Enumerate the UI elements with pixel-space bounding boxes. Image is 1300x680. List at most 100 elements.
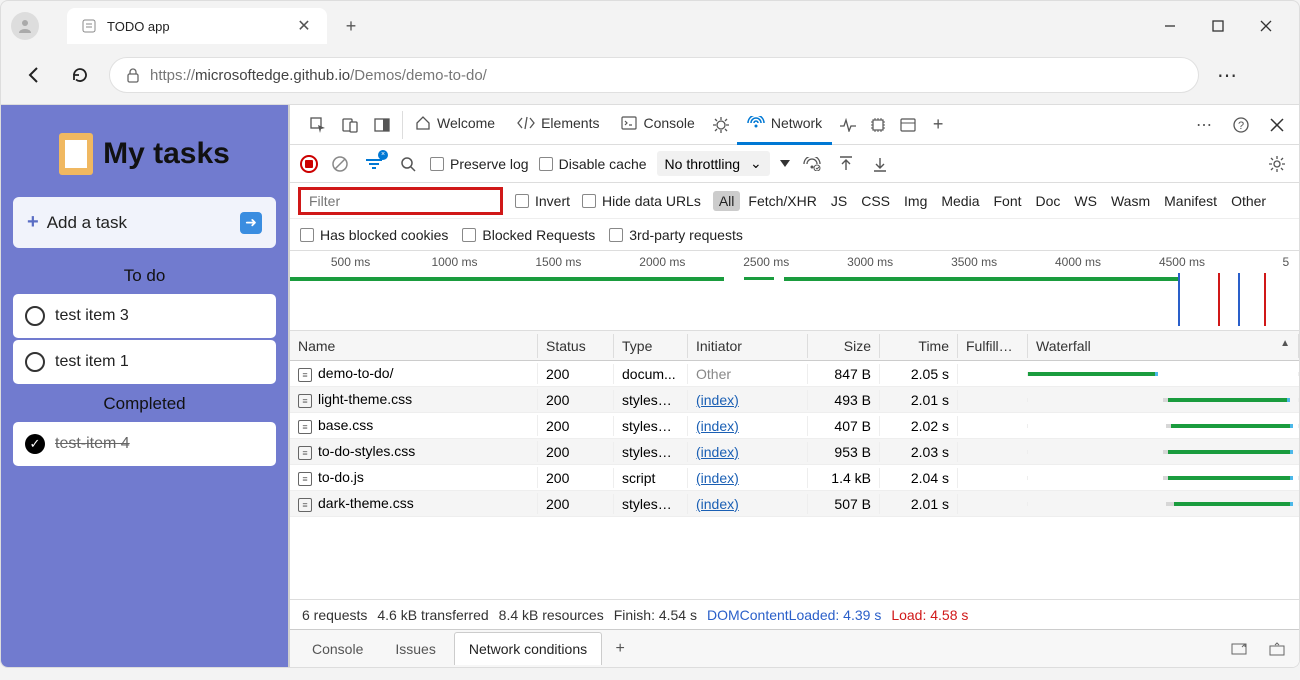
- disable-cache-checkbox[interactable]: Disable cache: [539, 156, 647, 172]
- task-label: test item 3: [55, 307, 129, 325]
- task-checkbox[interactable]: [25, 306, 45, 326]
- more-tabs-button[interactable]: +: [924, 111, 952, 139]
- drawer-more-button[interactable]: +: [606, 635, 634, 663]
- preserve-log-checkbox[interactable]: Preserve log: [430, 156, 529, 172]
- throttling-more-icon[interactable]: [780, 160, 790, 167]
- network-icon: [747, 116, 765, 130]
- col-time[interactable]: Time: [880, 334, 958, 358]
- request-row[interactable]: ≡demo-to-do/200docum...Other847 B2.05 s: [290, 361, 1299, 387]
- drawer-tab-console[interactable]: Console: [298, 633, 377, 665]
- filter-chip-manifest[interactable]: Manifest: [1158, 191, 1223, 211]
- filter-chip-all[interactable]: All: [713, 191, 741, 211]
- task-item-completed[interactable]: ✓test-item 4: [13, 422, 276, 466]
- col-name[interactable]: Name: [290, 334, 538, 358]
- filter-chip-other[interactable]: Other: [1225, 191, 1272, 211]
- submit-arrow-icon[interactable]: ➜: [240, 212, 262, 234]
- throttling-select[interactable]: No throttling⌄: [657, 151, 770, 176]
- drawer-expand-icon[interactable]: [1225, 635, 1253, 663]
- filter-chip-js[interactable]: JS: [825, 191, 853, 211]
- tab-welcome[interactable]: Welcome: [405, 105, 505, 145]
- dock-side-icon[interactable]: [368, 111, 396, 139]
- drawer-tab-network-conditions[interactable]: Network conditions: [454, 632, 602, 665]
- col-size[interactable]: Size: [808, 334, 880, 358]
- request-row[interactable]: ≡light-theme.css200styleshe...(index)493…: [290, 387, 1299, 413]
- drawer-collapse-icon[interactable]: [1263, 635, 1291, 663]
- minimize-button[interactable]: [1147, 10, 1193, 42]
- request-row[interactable]: ≡to-do-styles.css200styleshe...(index)95…: [290, 439, 1299, 465]
- file-icon: ≡: [298, 446, 312, 460]
- filter-chip-doc[interactable]: Doc: [1030, 191, 1067, 211]
- filter-chip-font[interactable]: Font: [988, 191, 1028, 211]
- request-row[interactable]: ≡to-do.js200script(index)1.4 kB2.04 s: [290, 465, 1299, 491]
- network-conditions-icon[interactable]: [800, 152, 824, 176]
- reload-button[interactable]: [63, 58, 97, 92]
- task-checkbox[interactable]: [25, 352, 45, 372]
- hide-data-urls-checkbox[interactable]: Hide data URLs: [582, 193, 701, 209]
- initiator-link[interactable]: (index): [696, 496, 739, 512]
- section-completed-label: Completed: [9, 394, 280, 414]
- profile-icon[interactable]: [11, 12, 39, 40]
- request-row[interactable]: ≡base.css200styleshe...(index)407 B2.02 …: [290, 413, 1299, 439]
- initiator-link[interactable]: (index): [696, 444, 739, 460]
- add-task-label: Add a task: [47, 213, 232, 233]
- device-toolbar-icon[interactable]: [336, 111, 364, 139]
- tab-console[interactable]: Console: [611, 105, 704, 145]
- sources-icon[interactable]: [707, 111, 735, 139]
- initiator-link[interactable]: (index): [696, 392, 739, 408]
- task-checkmark-icon[interactable]: ✓: [25, 434, 45, 454]
- devtools-more-icon[interactable]: ⋯: [1191, 111, 1219, 139]
- filter-chip-wasm[interactable]: Wasm: [1105, 191, 1156, 211]
- clear-button[interactable]: [328, 152, 352, 176]
- col-waterfall[interactable]: Waterfall▲: [1028, 334, 1299, 358]
- filter-input[interactable]: [298, 187, 503, 215]
- address-bar[interactable]: https://microsoftedge.github.io/Demos/de…: [109, 57, 1199, 93]
- maximize-button[interactable]: [1195, 10, 1241, 42]
- task-item[interactable]: test item 3: [13, 294, 276, 338]
- filter-chip-img[interactable]: Img: [898, 191, 933, 211]
- tab-close-icon[interactable]: ✕: [295, 17, 313, 35]
- filter-chip-media[interactable]: Media: [935, 191, 985, 211]
- blocked-requests-checkbox[interactable]: Blocked Requests: [462, 227, 595, 243]
- inspect-element-icon[interactable]: [304, 111, 332, 139]
- drawer-tab-issues[interactable]: Issues: [381, 633, 449, 665]
- timeline-overview[interactable]: 500 ms1000 ms1500 ms2000 ms2500 ms3000 m…: [290, 251, 1299, 331]
- col-initiator[interactable]: Initiator: [688, 334, 808, 358]
- blocked-cookies-checkbox[interactable]: Has blocked cookies: [300, 227, 448, 243]
- performance-icon[interactable]: [834, 111, 862, 139]
- network-summary: 6 requests 4.6 kB transferred 8.4 kB res…: [290, 599, 1299, 629]
- task-item[interactable]: test item 1: [13, 340, 276, 384]
- add-task-input[interactable]: + Add a task ➜: [13, 197, 276, 248]
- browser-tab[interactable]: TODO app ✕: [67, 8, 327, 44]
- file-icon: ≡: [298, 472, 312, 486]
- plus-icon: +: [27, 211, 39, 234]
- third-party-checkbox[interactable]: 3rd-party requests: [609, 227, 743, 243]
- overview-tick: 2500 ms: [743, 255, 789, 269]
- col-fulfilled[interactable]: Fulfilled...: [958, 334, 1028, 358]
- request-row[interactable]: ≡dark-theme.css200styleshe...(index)507 …: [290, 491, 1299, 517]
- initiator-link[interactable]: (index): [696, 418, 739, 434]
- new-tab-button[interactable]: +: [335, 10, 367, 42]
- filter-chip-fetchxhr[interactable]: Fetch/XHR: [742, 191, 822, 211]
- tab-network[interactable]: Network: [737, 105, 832, 145]
- col-type[interactable]: Type: [614, 334, 688, 358]
- memory-icon[interactable]: [864, 111, 892, 139]
- filter-chip-css[interactable]: CSS: [855, 191, 896, 211]
- tab-elements[interactable]: Elements: [507, 105, 609, 145]
- back-button[interactable]: [17, 58, 51, 92]
- application-icon[interactable]: [894, 111, 922, 139]
- col-status[interactable]: Status: [538, 334, 614, 358]
- devtools-close-icon[interactable]: [1263, 111, 1291, 139]
- export-har-icon[interactable]: [868, 152, 892, 176]
- record-button[interactable]: [300, 155, 318, 173]
- url-text: https://microsoftedge.github.io/Demos/de…: [150, 67, 487, 84]
- initiator-link[interactable]: (index): [696, 470, 739, 486]
- browser-menu-button[interactable]: ⋯: [1211, 58, 1245, 92]
- settings-gear-icon[interactable]: [1265, 152, 1289, 176]
- close-window-button[interactable]: [1243, 10, 1289, 42]
- search-icon[interactable]: [396, 152, 420, 176]
- invert-checkbox[interactable]: Invert: [515, 193, 570, 209]
- filter-chip-ws[interactable]: WS: [1068, 191, 1103, 211]
- help-icon[interactable]: ?: [1227, 111, 1255, 139]
- import-har-icon[interactable]: [834, 152, 858, 176]
- filter-toggle-icon[interactable]: ×: [362, 152, 386, 176]
